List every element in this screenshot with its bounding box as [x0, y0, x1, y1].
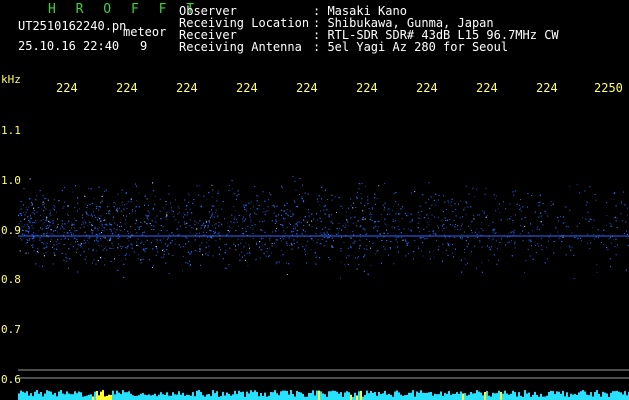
y-tick-label: 1.0 — [1, 174, 21, 187]
x-tick-label: 224 — [356, 81, 378, 95]
x-tick-label: 224 — [536, 81, 558, 95]
spectrogram-plot — [18, 176, 629, 400]
x-tick-label: 224 — [416, 81, 438, 95]
x-tick-label: 224 — [476, 81, 498, 95]
x-tick-label: 224 — [176, 81, 198, 95]
x-tick-label: 224 — [236, 81, 258, 95]
x-tick-label: 2250 — [594, 81, 623, 95]
x-tick-label: 224 — [56, 81, 78, 95]
y-axis-unit: kHz — [1, 73, 21, 86]
y-tick-label: 1.1 — [1, 124, 21, 137]
x-tick-label: 224 — [116, 81, 138, 95]
signal-level-bars — [18, 390, 629, 400]
x-tick-label: 224 — [296, 81, 318, 95]
y-tick-label: 0.8 — [1, 273, 21, 286]
y-tick-label: 0.9 — [1, 224, 21, 237]
y-tick-label: 0.6 — [1, 373, 21, 386]
signal-noise-field — [18, 176, 629, 279]
y-tick-label: 0.7 — [1, 323, 21, 336]
